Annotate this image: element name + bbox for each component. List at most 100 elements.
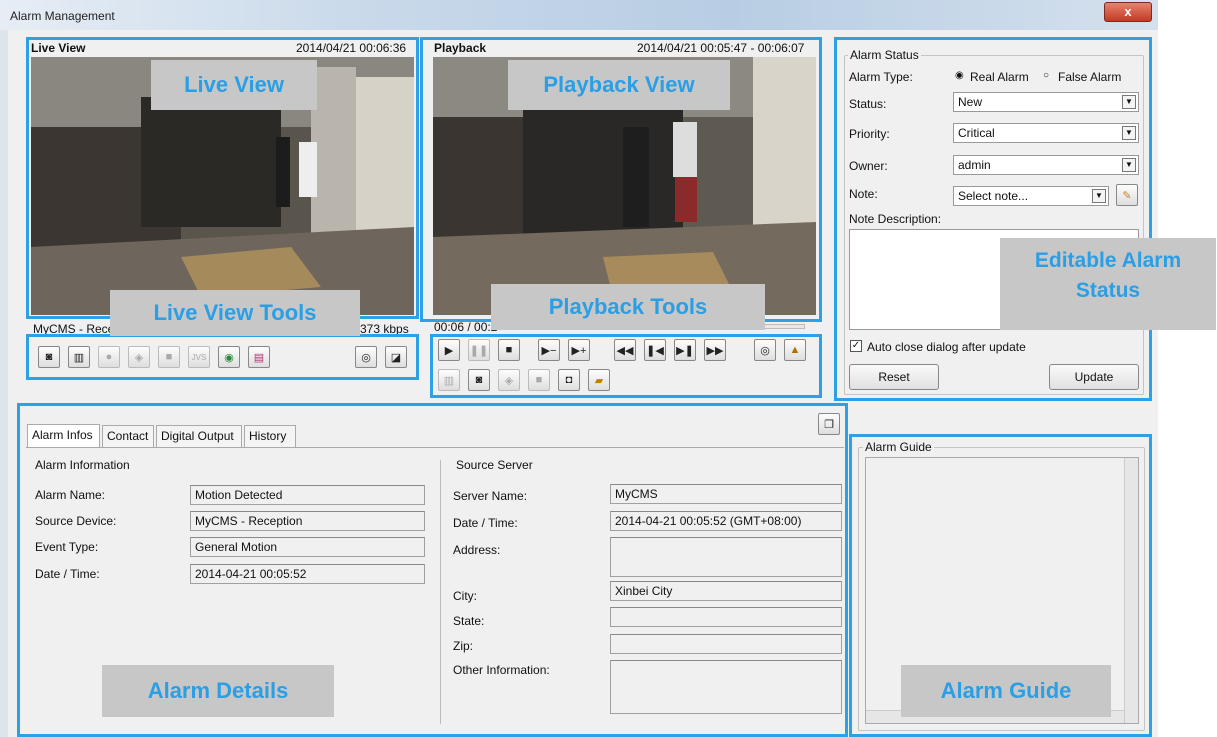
speed-up-button[interactable]: ▶+	[568, 339, 590, 361]
warning-icon: ▲	[789, 344, 801, 356]
note-select[interactable]: Select note... ▼	[953, 186, 1109, 206]
play-button[interactable]: ▶	[438, 339, 460, 361]
live-view-tools-overlay-label: Live View Tools	[110, 290, 360, 336]
note-label: Note:	[849, 187, 878, 201]
playback-ptz-button[interactable]: ◎	[754, 339, 776, 361]
camera-settings-icon: ◘	[565, 374, 573, 386]
overlay-line-1: Editable Alarm	[1034, 249, 1182, 272]
step-forward-button[interactable]: ▶❚	[674, 339, 696, 361]
alarm-type-label: Alarm Type:	[849, 70, 913, 84]
window-title: Alarm Management	[10, 9, 115, 23]
server-date-time-field: 2014-04-21 00:05:52 (GMT+08:00)	[610, 511, 842, 531]
city-field: Xinbei City	[610, 581, 842, 601]
false-alarm-radio[interactable]: ○	[1043, 70, 1049, 81]
address-field	[610, 537, 842, 577]
zip-field	[610, 634, 842, 654]
status-select[interactable]: New ▼	[953, 92, 1139, 112]
alarm-status-legend: Alarm Status	[848, 48, 921, 62]
alarm-event-button[interactable]: ▲	[784, 339, 806, 361]
jvs-button[interactable]: JVS	[188, 346, 210, 368]
title-bar	[0, 0, 1217, 30]
ptz-button[interactable]: ◎	[355, 346, 377, 368]
stop-playback-button[interactable]: ■	[498, 339, 520, 361]
pause-button[interactable]: ❚❚	[468, 339, 490, 361]
film-icon: ▥	[73, 351, 85, 364]
status-value: New	[958, 95, 983, 109]
source-device-field: MyCMS - Reception	[190, 511, 425, 531]
rewind-button[interactable]: ◀◀	[614, 339, 636, 361]
source-device-label: Source Device:	[35, 514, 117, 528]
auto-close-label[interactable]: Auto close dialog after update	[867, 340, 1026, 354]
copy-button[interactable]: ❐	[818, 413, 840, 435]
server-date-time-label: Date / Time:	[453, 516, 518, 530]
globe-button[interactable]: ◉	[218, 346, 240, 368]
real-alarm-label[interactable]: Real Alarm	[970, 70, 1029, 84]
slow-down-button[interactable]: ▶−	[538, 339, 560, 361]
priority-select[interactable]: Critical ▼	[953, 123, 1139, 143]
details-divider	[440, 460, 441, 724]
pencil-icon: ✎	[1122, 189, 1132, 202]
chevron-down-icon: ▼	[1092, 189, 1106, 203]
playback-header: Playback	[434, 41, 487, 55]
export-icon: ▤	[253, 351, 265, 364]
live-view-overlay-label: Live View	[151, 60, 317, 110]
other-information-field	[610, 660, 842, 714]
real-alarm-radio[interactable]: ◉	[955, 70, 964, 81]
update-button[interactable]: Update	[1049, 364, 1139, 390]
tab-contact[interactable]: Contact	[102, 425, 154, 447]
tab-digital-output[interactable]: Digital Output	[156, 425, 242, 447]
ptz-icon: ◎	[760, 344, 770, 357]
reset-button[interactable]: Reset	[849, 364, 939, 390]
faster-icon: ▶+	[571, 344, 587, 357]
source-server-header: Source Server	[456, 458, 533, 472]
playback-view-overlay-label: Playback View	[508, 60, 730, 110]
overlay-line-2: Status	[1075, 279, 1141, 302]
playback-snapshot-button[interactable]: ◙	[468, 369, 490, 391]
live-view-timestamp: 2014/04/21 00:06:36	[296, 41, 407, 55]
tab-alarm-infos[interactable]: Alarm Infos	[27, 424, 100, 448]
date-time-field: 2014-04-21 00:05:52	[190, 564, 425, 584]
playback-stop-record-button[interactable]: ■	[528, 369, 550, 391]
record-button[interactable]: ▥	[68, 346, 90, 368]
tab-history[interactable]: History	[244, 425, 296, 447]
stop-button[interactable]: ■	[158, 346, 180, 368]
step-back-button[interactable]: ❚◀	[644, 339, 666, 361]
alarm-guide-scrollbar[interactable]	[1124, 458, 1138, 723]
status-label: Status:	[849, 97, 887, 111]
city-label: City:	[453, 589, 477, 603]
speaker-button[interactable]: ◈	[128, 346, 150, 368]
export-button[interactable]: ▤	[248, 346, 270, 368]
event-type-field: General Motion	[190, 537, 425, 557]
camera-icon: ◙	[45, 351, 53, 363]
chevron-down-icon: ▼	[1122, 126, 1136, 140]
step-back-icon: ❚◀	[646, 344, 664, 357]
playback-audio-button[interactable]: ◈	[498, 369, 520, 391]
date-time-label: Date / Time:	[35, 567, 100, 581]
stop-square-icon: ■	[165, 351, 173, 363]
playback-settings-button[interactable]: ◘	[558, 369, 580, 391]
owner-label: Owner:	[849, 159, 888, 173]
playback-tools-overlay-label: Playback Tools	[491, 284, 765, 330]
priority-label: Priority:	[849, 127, 890, 141]
edit-note-button[interactable]: ✎	[1116, 184, 1138, 206]
snapshot-button[interactable]: ◙	[38, 346, 60, 368]
microphone-button[interactable]: ●	[98, 346, 120, 368]
owner-select[interactable]: admin ▼	[953, 155, 1139, 175]
popup-button[interactable]: ◪	[385, 346, 407, 368]
alarm-details-overlay-label: Alarm Details	[102, 665, 334, 717]
server-name-label: Server Name:	[453, 489, 528, 503]
film-icon: ▥	[443, 374, 455, 387]
alarm-name-label: Alarm Name:	[35, 488, 106, 502]
auto-close-checkbox[interactable]: ✓	[850, 340, 862, 352]
playback-record-button[interactable]: ▥	[438, 369, 460, 391]
copy-icon: ❐	[824, 418, 834, 431]
open-folder-button[interactable]: ▰	[588, 369, 610, 391]
microphone-icon: ●	[105, 351, 113, 363]
step-forward-icon: ▶❚	[676, 344, 694, 357]
background-area	[1158, 0, 1217, 737]
fast-forward-icon: ▶▶	[706, 344, 724, 357]
fast-forward-button[interactable]: ▶▶	[704, 339, 726, 361]
speaker-icon: ◈	[504, 374, 514, 387]
false-alarm-label[interactable]: False Alarm	[1058, 70, 1121, 84]
close-button[interactable]: x	[1104, 2, 1152, 22]
